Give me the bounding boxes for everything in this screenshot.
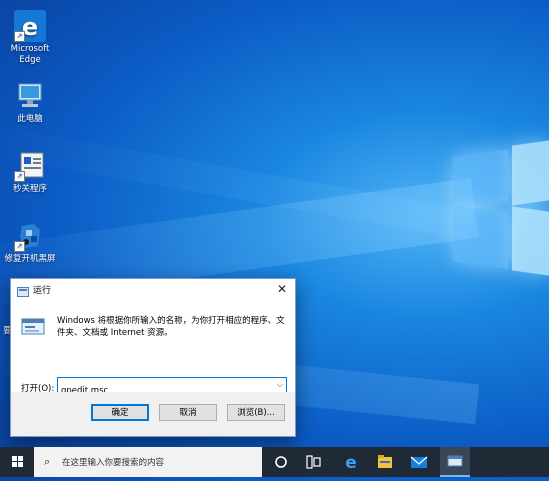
cortana-icon (275, 456, 287, 468)
task-view-icon (306, 455, 321, 469)
chevron-down-icon[interactable]: ⌵ (277, 380, 283, 390)
cancel-button[interactable]: 取消 (159, 404, 217, 421)
repair-icon: ↗ (14, 220, 46, 252)
file-explorer-icon (378, 455, 392, 468)
search-icon: ⌕ (44, 455, 51, 468)
taskbar-task-view-button[interactable] (298, 447, 328, 477)
desktop-icon-edge[interactable]: e ↗ Microsoft Edge (2, 10, 58, 66)
dialog-footer: 确定 取消 浏览(B)... (11, 392, 295, 436)
taskbar-file-explorer[interactable] (370, 447, 400, 477)
ok-button[interactable]: 确定 (91, 404, 149, 421)
desktop-icon-label: 秒关程序 (12, 184, 47, 194)
shortcut-arrow-icon: ↗ (14, 171, 25, 182)
computer-icon (14, 80, 46, 112)
windows-start-icon (12, 456, 23, 467)
mail-icon (410, 456, 428, 468)
shortcut-arrow-icon: ↗ (14, 241, 25, 252)
dialog-title: 运行 (33, 286, 52, 296)
taskbar-run[interactable] (440, 447, 470, 477)
close-button[interactable]: ✕ (269, 279, 295, 299)
taskbar-mail[interactable] (404, 447, 434, 477)
taskbar-edge[interactable]: e (336, 447, 366, 477)
close-icon: ✕ (276, 282, 288, 296)
run-icon (17, 283, 29, 297)
taskbar: ⌕ 在这里输入你要搜索的内容 e (0, 447, 549, 477)
run-dialog: 运行 ✕ Windows 将根据你所输入的名称，为你打开相应的程序、文件夹、文档… (10, 278, 296, 437)
dialog-body: Windows 将根据你所输入的名称，为你打开相应的程序、文件夹、文档或 Int… (11, 299, 295, 399)
edge-icon: e ↗ (14, 10, 46, 42)
run-icon (447, 455, 463, 467)
taskbar-task-view[interactable] (266, 447, 296, 477)
taskbar-search-box[interactable]: ⌕ 在这里输入你要搜索的内容 (34, 447, 262, 477)
program-icon: ↗ (14, 150, 46, 182)
desktop-icon-label: Microsoft (10, 44, 50, 54)
search-placeholder: 在这里输入你要搜索的内容 (62, 458, 165, 468)
edge-icon: e (345, 453, 357, 473)
browse-button[interactable]: 浏览(B)... (227, 404, 285, 421)
desktop-icon-this-pc[interactable]: 此电脑 (2, 80, 58, 125)
desktop-icon-label: 此电脑 (17, 114, 43, 124)
desktop-icon-close-programs[interactable]: ↗ 秒关程序 (2, 150, 58, 195)
start-button[interactable] (0, 447, 34, 477)
desktop-icon-repair-black-screen[interactable]: ↗ 修复开机黑屏 (2, 220, 58, 265)
dialog-description: Windows 将根据你所输入的名称，为你打开相应的程序、文件夹、文档或 Int… (57, 316, 285, 338)
svg-text:e: e (345, 453, 357, 473)
dialog-titlebar[interactable]: 运行 ✕ (11, 279, 295, 299)
desktop-icon-label-2: Edge (19, 55, 41, 65)
run-large-icon (21, 315, 45, 339)
shortcut-arrow-icon: ↗ (14, 31, 25, 42)
desktop-icon-label: 修复开机黑屏 (4, 254, 56, 264)
